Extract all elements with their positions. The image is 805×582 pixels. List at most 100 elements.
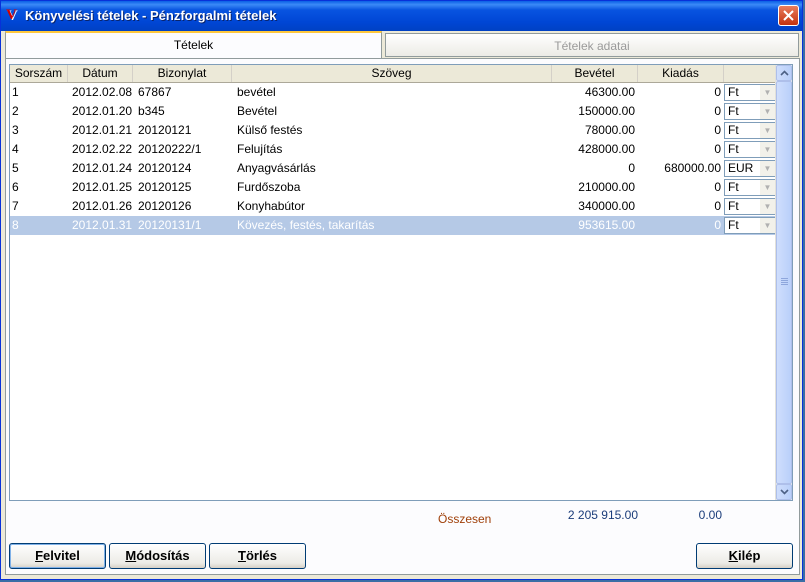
row-date: 2012.01.21	[72, 123, 133, 137]
edit-label: ódosítás	[136, 548, 190, 563]
row-text: Anyagvásárlás	[237, 161, 316, 175]
main-window: V Könyvelési tételek - Pénzforgalmi téte…	[0, 0, 803, 580]
scroll-thumb[interactable]	[776, 81, 792, 484]
new-entry-button[interactable]: Felvitel	[9, 543, 106, 569]
tab-panel: Sorszám Dátum Bizonylat Szöveg Bevétel K…	[5, 58, 800, 575]
close-icon	[783, 10, 794, 21]
column-header-currency[interactable]	[724, 65, 777, 82]
new-entry-label: elvitel	[43, 548, 80, 563]
row-income: 210000.00	[578, 180, 635, 194]
chevron-down-icon: ▼	[760, 199, 775, 214]
chevron-down-icon: ▼	[760, 180, 775, 195]
total-income: 2 205 915.00	[567, 508, 638, 522]
total-label: Összesen	[438, 512, 492, 526]
currency-select[interactable]: Ft ▼	[724, 84, 776, 101]
row-number: 5	[12, 161, 19, 175]
currency-value: Ft	[728, 180, 739, 194]
exit-button[interactable]: Kilép	[696, 543, 793, 569]
row-text: Bevétel	[237, 104, 278, 118]
row-number: 7	[12, 199, 19, 213]
row-document: 20120222/1	[138, 142, 202, 156]
row-text: Kövezés, festés, takarítás	[237, 218, 375, 232]
edit-button[interactable]: Módosítás	[109, 543, 206, 569]
currency-value: Ft	[728, 218, 739, 232]
tab-item-details[interactable]: Tételek adatai	[385, 33, 799, 57]
currency-select[interactable]: Ft ▼	[724, 141, 776, 158]
exit-label: ilép	[737, 548, 761, 563]
table-row[interactable]: 8 2012.01.31 20120131/1 Kövezés, festés, ta…	[10, 216, 777, 235]
scroll-up-button[interactable]	[776, 65, 792, 81]
column-header-income[interactable]: Bevétel	[552, 65, 638, 82]
row-number: 1	[12, 85, 19, 99]
chevron-down-icon: ▼	[760, 161, 775, 176]
scroll-down-button[interactable]	[776, 484, 792, 500]
table-row[interactable]: 4 2012.02.22 20120222/1 Felujítás 428000.00 0…	[10, 140, 777, 159]
row-text: Konyhabútor	[237, 199, 306, 213]
chevron-down-icon: ▼	[760, 85, 775, 100]
items-grid[interactable]: Sorszám Dátum Bizonylat Szöveg Bevétel K…	[9, 64, 793, 501]
column-header-date[interactable]: Dátum	[68, 65, 133, 82]
currency-select[interactable]: Ft ▼	[724, 179, 776, 196]
row-income: 46300.00	[584, 85, 635, 99]
row-expense: 0	[714, 180, 721, 194]
column-header-no[interactable]: Sorszám	[10, 65, 68, 82]
row-income: 0	[628, 161, 635, 175]
currency-select[interactable]: Ft ▼	[724, 198, 776, 215]
row-expense: 0	[714, 104, 721, 118]
app-logo-icon: V	[6, 7, 17, 23]
currency-select[interactable]: Ft ▼	[724, 122, 776, 139]
table-row[interactable]: 5 2012.01.24 20120124 Anyagvásárlás 0 680000.…	[10, 159, 777, 178]
chevron-up-icon	[780, 70, 789, 76]
vertical-scrollbar[interactable]	[775, 65, 792, 500]
row-text: Felujítás	[237, 142, 283, 156]
currency-value: EUR	[728, 161, 754, 175]
grid-header: Sorszám Dátum Bizonylat Szöveg Bevétel K…	[10, 65, 777, 83]
table-row[interactable]: 7 2012.01.26 20120126 Konyhabútor 340000.00 0…	[10, 197, 777, 216]
row-number: 8	[12, 218, 19, 232]
table-row[interactable]: 2 2012.01.20 b345 Bevétel 150000.00 0 Ft ▼	[10, 102, 777, 121]
row-date: 2012.02.22	[72, 142, 133, 156]
thumb-grip-line	[781, 278, 788, 279]
table-row[interactable]: 3 2012.01.21 20120121 Külső festés 78000.00 0…	[10, 121, 777, 140]
row-date: 2012.01.24	[72, 161, 133, 175]
tab-items[interactable]: Tételek	[5, 31, 382, 59]
title-bar[interactable]: V Könyvelési tételek - Pénzforgalmi téte…	[1, 1, 802, 31]
chevron-down-icon: ▼	[760, 142, 775, 157]
close-button[interactable]	[778, 5, 799, 26]
table-row[interactable]: 6 2012.01.25 20120125 Furdőszoba 210000.00 0 F…	[10, 178, 777, 197]
currency-select[interactable]: Ft ▼	[724, 103, 776, 120]
thumb-grip-line	[781, 284, 788, 285]
total-expense: 0.00	[698, 508, 722, 522]
column-header-text[interactable]: Szöveg	[232, 65, 552, 82]
chevron-down-icon	[780, 489, 789, 495]
tab-bar: Tételek Tételek adatai	[5, 31, 800, 59]
row-expense: 0	[714, 218, 721, 232]
currency-value: Ft	[728, 85, 739, 99]
row-document: 20120121	[138, 123, 192, 137]
exit-accesskey: K	[728, 548, 738, 563]
column-header-document[interactable]: Bizonylat	[133, 65, 232, 82]
chevron-down-icon: ▼	[760, 104, 775, 119]
edit-accesskey: M	[125, 548, 137, 563]
window-title: Könyvelési tételek - Pénzforgalmi tétele…	[25, 8, 277, 23]
row-expense: 680000.00	[664, 161, 721, 175]
row-number: 6	[12, 180, 19, 194]
row-income: 150000.00	[578, 104, 635, 118]
row-document: 20120124	[138, 161, 192, 175]
row-document: 20120126	[138, 199, 192, 213]
row-date: 2012.01.25	[72, 180, 133, 194]
chevron-down-icon: ▼	[760, 218, 775, 233]
currency-value: Ft	[728, 123, 739, 137]
currency-select[interactable]: EUR ▼	[724, 160, 776, 177]
row-expense: 0	[714, 123, 721, 137]
row-document: 67867	[138, 85, 172, 99]
currency-select[interactable]: Ft ▼	[724, 217, 776, 234]
table-row[interactable]: 1 2012.02.08 67867 bevétel 46300.00 0 Ft ▼	[10, 83, 777, 102]
delete-button[interactable]: Törlés	[209, 543, 306, 569]
row-date: 2012.02.08	[72, 85, 133, 99]
row-expense: 0	[714, 85, 721, 99]
row-text: Furdőszoba	[237, 180, 301, 194]
row-expense: 0	[714, 199, 721, 213]
row-number: 2	[12, 104, 19, 118]
column-header-expense[interactable]: Kiadás	[638, 65, 724, 82]
